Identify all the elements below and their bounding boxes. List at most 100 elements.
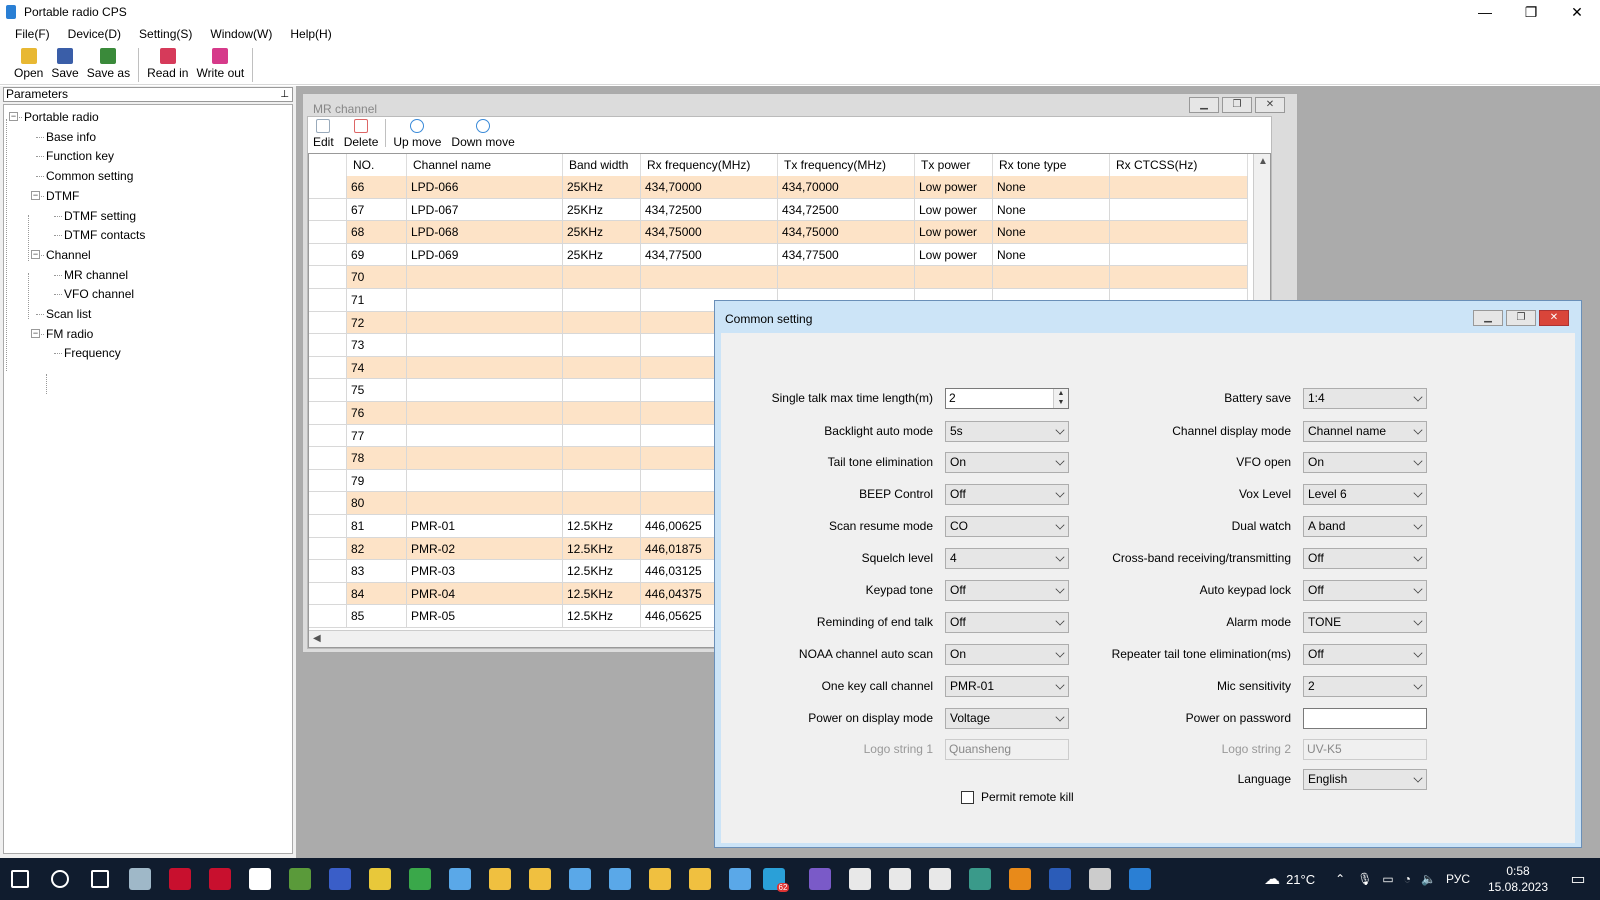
red-app-2-icon[interactable] — [200, 858, 240, 900]
weather-temp[interactable]: 21°C — [1286, 872, 1315, 887]
tree-item-common-setting[interactable]: Common setting — [46, 166, 133, 186]
table-cell[interactable] — [407, 311, 563, 335]
menu-setting[interactable]: Setting(S) — [130, 27, 201, 41]
table-cell[interactable] — [563, 401, 641, 425]
chrome-2-icon[interactable] — [400, 858, 440, 900]
table-cell[interactable] — [563, 266, 641, 289]
table-row[interactable]: 68 LPD-068 25KHz 434,75000 434,75000 Low powe… — [309, 221, 1248, 244]
table-cell[interactable] — [563, 311, 641, 335]
chevron-down-icon[interactable] — [1413, 616, 1423, 626]
cs-close-button[interactable]: ✕ — [1539, 310, 1569, 326]
row-header[interactable] — [309, 356, 347, 380]
row-header[interactable] — [309, 311, 347, 335]
row-header[interactable] — [309, 605, 347, 628]
table-cell[interactable] — [407, 492, 563, 515]
table-cell[interactable] — [407, 288, 563, 312]
wifi-icon[interactable]: ◔ — [1404, 872, 1411, 886]
table-cell[interactable] — [563, 334, 641, 357]
tree-item-channel[interactable]: Channel — [46, 245, 91, 265]
column-header[interactable]: NO. — [347, 154, 407, 176]
table-cell[interactable]: 66 — [347, 176, 407, 199]
tree-collapse-icon[interactable]: − — [9, 112, 18, 121]
table-cell[interactable] — [1110, 176, 1248, 199]
printer-app-icon[interactable] — [1080, 858, 1120, 900]
table-cell[interactable]: 25KHz — [563, 221, 641, 244]
opera-icon[interactable] — [240, 858, 280, 900]
table-row[interactable]: 66 LPD-066 25KHz 434,70000 434,70000 Low powe… — [309, 176, 1248, 199]
cube-app-icon[interactable] — [840, 858, 880, 900]
noaa-channel-auto-scan-select[interactable]: On — [945, 644, 1069, 665]
table-cell[interactable]: 77 — [347, 424, 407, 448]
word-icon[interactable] — [1040, 858, 1080, 900]
delete-button[interactable]: Delete — [339, 117, 384, 151]
table-cell[interactable]: 434,72500 — [641, 198, 778, 222]
chevron-down-icon[interactable] — [1413, 520, 1423, 530]
windows-start-icon[interactable] — [0, 858, 40, 900]
tail-tone-elimination-select[interactable]: On — [945, 452, 1069, 473]
viber-icon[interactable] — [800, 858, 840, 900]
battery-save-select[interactable]: 1:4 — [1303, 388, 1427, 409]
table-cell[interactable]: 12.5KHz — [563, 514, 641, 538]
bird-app-4-icon[interactable] — [720, 858, 760, 900]
weather-icon[interactable]: ☁ — [1264, 869, 1280, 889]
tree-item-dtmf-setting[interactable]: DTMF setting — [64, 206, 136, 226]
cube-app-2-icon[interactable] — [880, 858, 920, 900]
permit-remote-kill-checkbox[interactable] — [961, 791, 974, 804]
table-cell[interactable]: PMR-05 — [407, 605, 563, 628]
table-cell[interactable]: Low power — [915, 176, 993, 199]
table-cell[interactable]: None — [993, 176, 1110, 199]
chevron-down-icon[interactable] — [1055, 552, 1065, 562]
table-cell[interactable]: 434,70000 — [778, 176, 915, 199]
minimize-button[interactable]: — — [1462, 0, 1508, 24]
table-cell[interactable]: 83 — [347, 560, 407, 583]
power-on-password-field[interactable] — [1303, 708, 1427, 729]
language-select[interactable]: English — [1303, 769, 1427, 790]
table-cell[interactable] — [407, 424, 563, 448]
table-row[interactable]: 70 — [309, 266, 1248, 289]
table-cell[interactable] — [563, 447, 641, 470]
table-cell[interactable] — [993, 266, 1110, 289]
row-header[interactable] — [309, 288, 347, 312]
table-cell[interactable]: 82 — [347, 537, 407, 561]
table-cell[interactable] — [407, 447, 563, 470]
chevron-down-icon[interactable] — [1055, 425, 1065, 435]
table-cell[interactable]: None — [993, 243, 1110, 267]
write-out-button[interactable]: Write out — [192, 45, 248, 80]
table-cell[interactable]: LPD-066 — [407, 176, 563, 199]
menu-device[interactable]: Device(D) — [59, 27, 130, 41]
tree-item-vfo-channel[interactable]: VFO channel — [64, 284, 134, 304]
scroll-up-icon[interactable]: ▲ — [1258, 156, 1268, 167]
table-cell[interactable]: 12.5KHz — [563, 582, 641, 606]
bird-app-3-icon[interactable] — [600, 858, 640, 900]
edit-button[interactable]: Edit — [308, 117, 339, 151]
table-cell[interactable]: None — [993, 198, 1110, 222]
squelch-level-select[interactable]: 4 — [945, 548, 1069, 569]
chevron-down-icon[interactable] — [1055, 648, 1065, 658]
chevron-down-icon[interactable] — [1413, 584, 1423, 594]
table-cell[interactable] — [563, 356, 641, 380]
battery-icon[interactable]: ▭ — [1382, 872, 1393, 886]
chevron-down-icon[interactable] — [1413, 552, 1423, 562]
table-cell[interactable] — [563, 492, 641, 515]
table-cell[interactable] — [1110, 266, 1248, 289]
tree-collapse-icon[interactable]: − — [31, 190, 40, 200]
cube-app-3-icon[interactable] — [920, 858, 960, 900]
table-cell[interactable]: Low power — [915, 243, 993, 267]
table-cell[interactable] — [407, 469, 563, 493]
table-cell[interactable]: LPD-067 — [407, 198, 563, 222]
one-key-call-channel-select[interactable]: PMR-01 — [945, 676, 1069, 697]
table-cell[interactable]: 25KHz — [563, 243, 641, 267]
table-cell[interactable] — [563, 469, 641, 493]
tree-collapse-icon[interactable]: − — [31, 328, 40, 338]
language-indicator[interactable]: РУС — [1446, 872, 1470, 886]
chevron-down-icon[interactable] — [1055, 488, 1065, 498]
red-app-icon[interactable] — [160, 858, 200, 900]
table-cell[interactable]: 74 — [347, 356, 407, 380]
column-header[interactable]: Tx frequency(MHz) — [778, 154, 915, 176]
table-cell[interactable]: Low power — [915, 198, 993, 222]
search-app-icon[interactable] — [1000, 858, 1040, 900]
table-cell[interactable]: PMR-04 — [407, 582, 563, 606]
table-cell[interactable]: 434,75000 — [778, 221, 915, 244]
chevron-down-icon[interactable] — [1413, 648, 1423, 658]
search-icon[interactable] — [40, 858, 80, 900]
